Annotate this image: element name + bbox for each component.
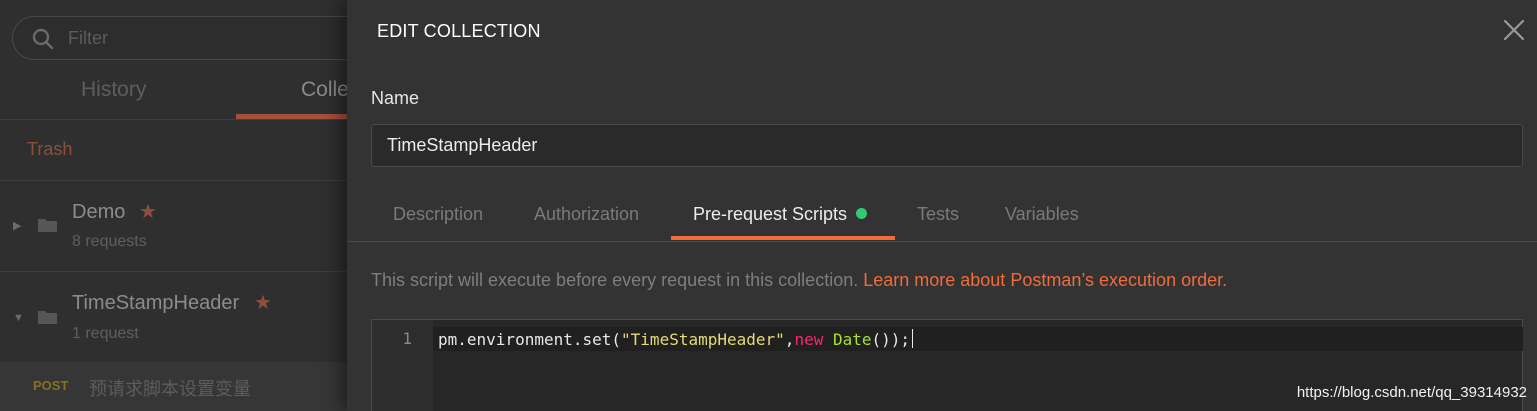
star-icon[interactable]: ★ [139, 199, 157, 224]
method-badge-post: POST [33, 378, 69, 393]
request-name: 预请求脚本设置变量 [89, 379, 251, 400]
active-tab-indicator [671, 236, 895, 240]
code-token: ()); [871, 330, 911, 349]
active-tab-indicator [236, 114, 347, 119]
filter-placeholder[interactable]: Filter [68, 28, 108, 49]
modal-tabs: Description Authorization Pre-request Sc… [347, 190, 1537, 242]
search-icon [32, 28, 54, 50]
collection-request-count: 1 request [72, 325, 139, 342]
collection-request-count: 8 requests [72, 233, 147, 250]
code-string: "TimeStampHeader" [621, 330, 785, 349]
tab-label: Pre-request Scripts [693, 204, 848, 224]
script-info: This script will execute before every re… [371, 270, 1227, 291]
tab-history[interactable]: History [81, 78, 146, 102]
info-text: This script will execute before every re… [371, 270, 864, 290]
sidebar: Filter History Colle Trash ▶ Demo ★ 8 re… [0, 0, 347, 411]
text-cursor [912, 329, 914, 348]
folder-icon [38, 311, 57, 324]
learn-more-link[interactable]: Learn more about Postman’s execution ord… [863, 270, 1227, 290]
tab-tests[interactable]: Tests [917, 204, 959, 225]
filter-search-box[interactable]: Filter [12, 16, 347, 60]
line-number: 1 [402, 329, 412, 348]
tab-pre-request-scripts[interactable]: Pre-request Scripts [693, 204, 868, 225]
code-token: , [784, 330, 795, 349]
sidebar-tabs: History Colle [0, 70, 347, 120]
caret-right-icon[interactable]: ▶ [13, 219, 21, 232]
watermark: https://blog.csdn.net/qq_39314932 [1296, 384, 1527, 401]
tab-authorization[interactable]: Authorization [534, 204, 639, 225]
code-class: Date [832, 330, 872, 349]
name-label: Name [371, 88, 420, 108]
editor-gutter: 1 [372, 320, 433, 411]
tab-variables[interactable]: Variables [1005, 204, 1079, 225]
folder-icon [38, 219, 57, 232]
code-line[interactable]: pm.environment.set("TimeStampHeader",new… [438, 329, 914, 349]
code-token: pm.environment.set( [438, 330, 622, 349]
tab-description[interactable]: Description [393, 204, 483, 225]
trash-link[interactable]: Trash [27, 139, 72, 160]
edit-collection-modal: EDIT COLLECTION Name Description Authori… [347, 0, 1537, 411]
collection-name: Demo [72, 201, 126, 223]
collection-item-demo[interactable]: ▶ Demo ★ 8 requests [0, 181, 347, 273]
status-dot-icon [856, 208, 868, 219]
collection-item-timestampheader[interactable]: ▼ TimeStampHeader ★ 1 request [0, 272, 347, 364]
code-keyword: new [794, 330, 824, 349]
collection-name-input[interactable] [371, 124, 1523, 167]
request-item[interactable]: POST 预请求脚本设置变量 [0, 362, 347, 411]
star-icon[interactable]: ★ [254, 290, 272, 315]
collection-name: TimeStampHeader [72, 292, 240, 314]
close-icon[interactable] [1502, 18, 1526, 42]
caret-down-icon[interactable]: ▼ [13, 312, 24, 324]
modal-title: EDIT COLLECTION [377, 21, 541, 41]
tab-collections[interactable]: Colle [301, 78, 347, 102]
